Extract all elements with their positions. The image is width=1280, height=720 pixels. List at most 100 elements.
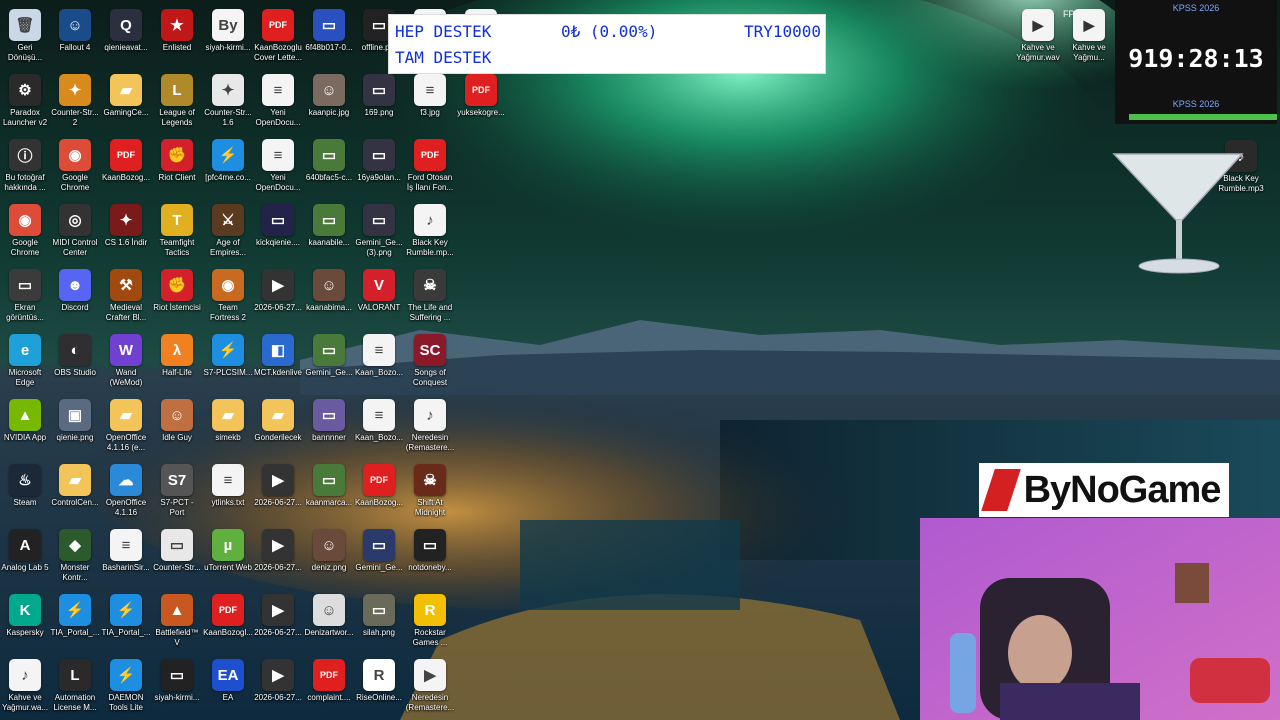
desktop-icon[interactable]: ✊ Riot İstemcisi <box>152 265 202 323</box>
desktop-icon[interactable]: R RiseOnline... <box>354 655 404 713</box>
desktop-icon[interactable]: ☺ Idle Guy <box>152 395 202 453</box>
desktop-icon[interactable]: L League of Legends <box>152 70 202 128</box>
desktop-icon[interactable]: 🗑 Geri Dönüşü... <box>0 5 50 63</box>
desktop-icon[interactable]: ⚡ [pfc4me.co... <box>203 135 253 193</box>
desktop-icon[interactable]: ▭ kaanabile... <box>304 200 354 258</box>
desktop-icon[interactable]: ☠ The Life and Suffering ... <box>405 265 455 323</box>
desktop-icon[interactable]: ▭ 16ya9olan... <box>354 135 404 193</box>
desktop-icon[interactable]: ⚡ TIA_Portal_... <box>101 590 151 648</box>
desktop-icon[interactable]: ♪ Black Key Rumble.mp... <box>405 200 455 258</box>
desktop-icon-kahve-2[interactable]: ▶ Kahve ve Yağmu... <box>1064 5 1114 63</box>
desktop-icon[interactable]: K Kaspersky <box>0 590 50 648</box>
desktop-icon[interactable]: ⚔ Age of Empires... <box>203 200 253 258</box>
desktop-icon[interactable]: ▭ 640bfac5-c... <box>304 135 354 193</box>
desktop-icon[interactable]: R Rockstar Games ... <box>405 590 455 648</box>
desktop-icon[interactable]: ▭ notdoneby... <box>405 525 455 583</box>
desktop-icon[interactable]: ◉ Team Fortress 2 <box>203 265 253 323</box>
desktop-icon[interactable]: ▭ Gemini_Ge... (3).png <box>354 200 404 258</box>
desktop-icon[interactable]: ◎ MIDI Control Center <box>50 200 100 258</box>
desktop-icon[interactable]: ✦ Counter-Str... 2 <box>50 70 100 128</box>
desktop-icon-kahve-wav[interactable]: ▶ Kahve ve Yağmur.wav <box>1013 5 1063 63</box>
desktop-icon[interactable]: ▭ 169.png <box>354 70 404 128</box>
desktop-icon[interactable]: ☺ kaanabima... <box>304 265 354 323</box>
desktop-icon[interactable]: ≡ BasharinSir... <box>101 525 151 583</box>
desktop-icon[interactable]: PDF yuksekogre... <box>456 70 506 128</box>
desktop-icon[interactable]: ≡ f3.jpg <box>405 70 455 128</box>
desktop-icon[interactable]: ▭ 6f48b017-0... <box>304 5 354 63</box>
desktop-icon[interactable]: ☺ deniz.png <box>304 525 354 583</box>
desktop-icon[interactable]: A Analog Lab 5 <box>0 525 50 583</box>
desktop-icon[interactable]: ▶ 2026-06-27... <box>253 525 303 583</box>
desktop-icon[interactable]: ⚡ DAEMON Tools Lite <box>101 655 151 713</box>
desktop-icon[interactable]: ⚙ Paradox Launcher v2 <box>0 70 50 128</box>
desktop-icon[interactable]: ▭ siyah-kirmi... <box>152 655 202 713</box>
desktop-icon[interactable]: ☺ Fallout 4 <box>50 5 100 63</box>
desktop-icon[interactable]: Qqienieavat... <box>101 5 151 63</box>
desktop-icon[interactable]: L Automation License M... <box>50 655 100 713</box>
desktop-icon[interactable]: ▭ silah.png <box>354 590 404 648</box>
desktop-icon[interactable]: ⚡ TIA_Portal_... <box>50 590 100 648</box>
desktop-icon[interactable]: ▶ Neredesin (Remastere... <box>405 655 455 713</box>
desktop-icon[interactable]: SC Songs of Conquest <box>405 330 455 388</box>
desktop-icon[interactable]: ♨ Steam <box>0 460 50 518</box>
desktop-icon[interactable]: ◉ Google Chrome <box>0 200 50 258</box>
desktop-icon[interactable]: ☻ Discord <box>50 265 100 323</box>
desktop-icon[interactable]: PDF KaanBozog... <box>354 460 404 518</box>
desktop-icon[interactable]: By siyah-kirmi... <box>203 5 253 63</box>
desktop-icon[interactable]: ≡ ytlinks.txt <box>203 460 253 518</box>
desktop-icon[interactable]: ▲ Battlefield™ V <box>152 590 202 648</box>
desktop-icon[interactable]: ♪ Kahve ve Yağmur.wa... <box>0 655 50 713</box>
desktop-icon[interactable]: V VALORANT <box>354 265 404 323</box>
desktop-icon[interactable]: ✦ CS 1.6 İndir <box>101 200 151 258</box>
desktop-icon[interactable]: ◐ OBS Studio <box>50 330 100 388</box>
desktop-icon[interactable]: ⚡ S7-PLCSIM... <box>203 330 253 388</box>
desktop-icon[interactable]: ⚒ Medieval Crafter Bl... <box>101 265 151 323</box>
desktop-icon[interactable]: ▰ OpenOffice 4.1.16 (e... <box>101 395 151 453</box>
desktop-icon[interactable]: PDF Ford Otosan İş İlanı Fon... <box>405 135 455 193</box>
desktop-icon[interactable]: ▶ 2026-06-27... <box>253 590 303 648</box>
desktop-icon[interactable]: ▶ 2026-06-27... <box>253 655 303 713</box>
desktop-icon[interactable]: ▰ Gonderilecek <box>253 395 303 453</box>
desktop-icon[interactable]: ▶ 2026-06-27... <box>253 265 303 323</box>
desktop-icon[interactable]: ★ Enlisted <box>152 5 202 63</box>
desktop-icon[interactable]: ▭ bannnner <box>304 395 354 453</box>
desktop-icon[interactable]: ◧ MCT.kdenlive <box>253 330 303 388</box>
desktop-icon[interactable]: PDF KaanBozogl... <box>203 590 253 648</box>
desktop-icon[interactable]: ✦ Counter-Str... 1.6 <box>203 70 253 128</box>
desktop-icon[interactable]: µ uTorrent Web <box>203 525 253 583</box>
desktop-icon[interactable]: ▲ NVIDIA App <box>0 395 50 453</box>
desktop-icon[interactable]: ◉ Google Chrome <box>50 135 100 193</box>
desktop-icon[interactable]: ▣ qienie.png <box>50 395 100 453</box>
desktop-icon[interactable]: ✊ Riot Client <box>152 135 202 193</box>
desktop-icon[interactable]: ☺ Denizartwor... <box>304 590 354 648</box>
desktop-icon[interactable]: ◆ Monster Kontr... <box>50 525 100 583</box>
desktop-icon[interactable]: λ Half-Life <box>152 330 202 388</box>
desktop-icon[interactable]: ≡ Yeni OpenDocu... <box>253 70 303 128</box>
desktop-icon[interactable]: ▶ 2026-06-27... <box>253 460 303 518</box>
desktop-icon[interactable]: ▭ Gemini_Ge... <box>304 330 354 388</box>
desktop-icon[interactable]: ▭ kaanmarca... <box>304 460 354 518</box>
desktop-icon[interactable]: ▭ Ekran görüntüs... <box>0 265 50 323</box>
desktop-icon[interactable]: PDF complaint.... <box>304 655 354 713</box>
desktop-icon[interactable]: PDF KaanBozoglu Cover Lette... <box>253 5 303 63</box>
desktop-icon[interactable]: ♪ Neredesin (Remastere... <box>405 395 455 453</box>
desktop-icon[interactable]: W Wand (WeMod) <box>101 330 151 388</box>
desktop-icon[interactable]: ☁ OpenOffice 4.1.16 <box>101 460 151 518</box>
desktop-icon[interactable]: ≡ Kaan_Bozo... <box>354 395 404 453</box>
desktop-icon[interactable]: ≡ Kaan_Bozo... <box>354 330 404 388</box>
desktop-icon[interactable]: ▭ Gemini_Ge... <box>354 525 404 583</box>
desktop-icon[interactable]: PDF KaanBozog... <box>101 135 151 193</box>
desktop-icon[interactable]: ▰ GamingCe... <box>101 70 151 128</box>
desktop-icon[interactable]: e Microsoft Edge <box>0 330 50 388</box>
desktop-icon[interactable]: ☺ kaanpic.jpg <box>304 70 354 128</box>
desktop-icon[interactable]: T Teamfight Tactics <box>152 200 202 258</box>
desktop-icon[interactable]: ▭ Counter-Str... <box>152 525 202 583</box>
desktop-icon[interactable]: ▰ simekb <box>203 395 253 453</box>
desktop-icon[interactable]: ≡ Yeni OpenDocu... <box>253 135 303 193</box>
desktop-icon[interactable]: ▰ ControlCen... <box>50 460 100 518</box>
desktop-icon[interactable]: ☠ Shift At Midnight <box>405 460 455 518</box>
desktop-icon[interactable]: EA EA <box>203 655 253 713</box>
desktop-icon[interactable]: ⓘ Bu fotoğraf hakkında ... <box>0 135 50 193</box>
desktop-icon[interactable]: S7 S7-PCT - Port Configurat... <box>152 460 202 518</box>
desktop-icon[interactable]: ▭ kickqienie.... <box>253 200 303 258</box>
